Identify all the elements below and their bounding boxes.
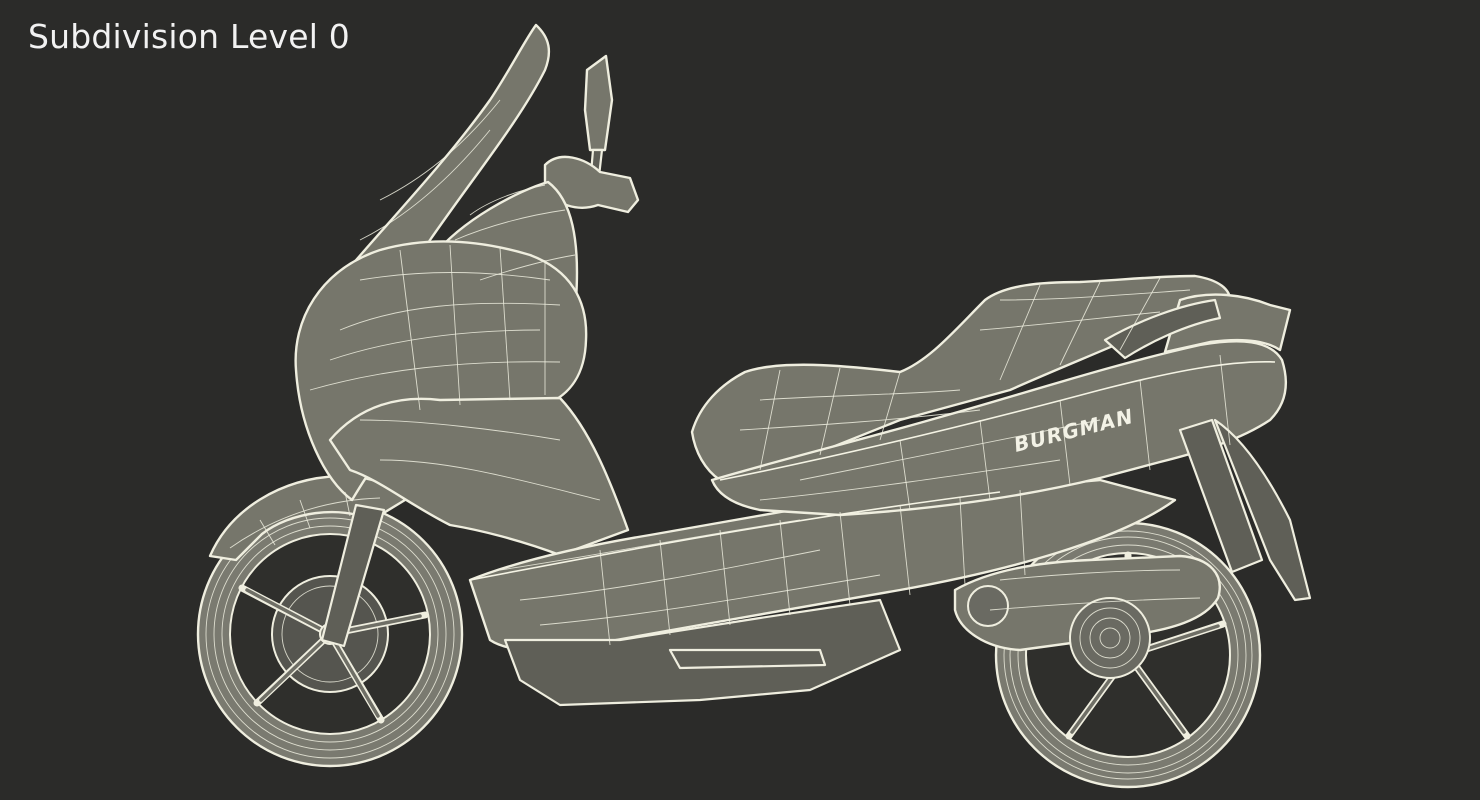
cvt-cover [1069, 597, 1151, 679]
mirror [583, 54, 614, 152]
wireframe-scooter-model: BURGMAN [196, 23, 1312, 789]
pivot-joint [967, 585, 1009, 627]
viewport: BURGMAN Subdivision Level 0 [0, 0, 1480, 800]
subdivision-level-caption: Subdivision Level 0 [28, 17, 350, 56]
center-stand [668, 648, 827, 670]
